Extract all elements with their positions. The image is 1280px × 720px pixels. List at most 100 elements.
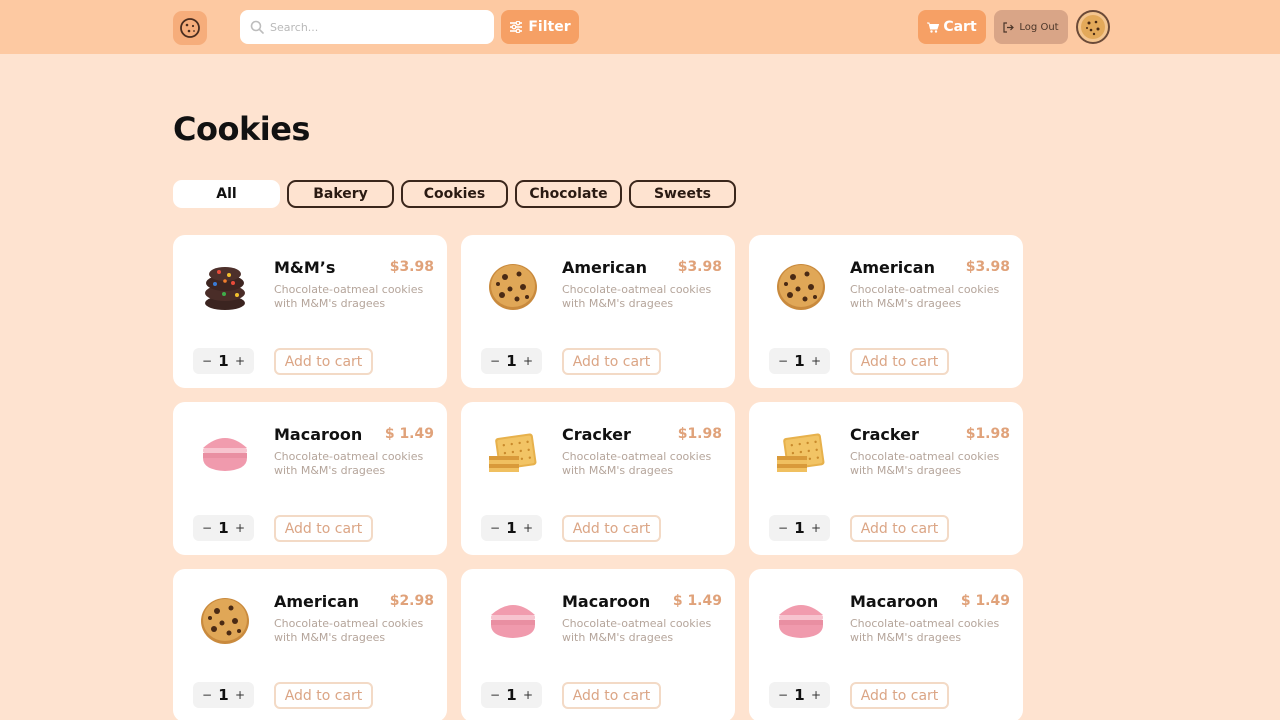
quantity-value: 1 xyxy=(506,519,517,537)
quantity-stepper: − 1 + xyxy=(481,348,542,374)
chip-all[interactable]: All xyxy=(173,180,280,208)
product-card: Cracker $1.98 Chocolate-oatmeal cookies … xyxy=(749,402,1023,555)
product-price: $ 1.49 xyxy=(960,593,1010,609)
macaroon-icon xyxy=(771,593,831,647)
quantity-value: 1 xyxy=(506,686,517,704)
decrement-button[interactable]: − xyxy=(490,688,500,702)
add-to-cart-button[interactable]: Add to cart xyxy=(562,682,661,709)
product-card: M&M’s $3.98 Chocolate-oatmeal cookies wi… xyxy=(173,235,447,388)
decrement-button[interactable]: − xyxy=(202,521,212,535)
chip-sweets[interactable]: Sweets xyxy=(629,180,736,208)
product-price: $3.98 xyxy=(677,259,722,275)
product-price: $1.98 xyxy=(677,426,722,442)
quantity-value: 1 xyxy=(218,352,229,370)
product-price: $ 1.49 xyxy=(384,426,434,442)
logout-button[interactable]: Log Out xyxy=(994,10,1068,44)
product-name: Macaroon xyxy=(850,592,939,611)
add-to-cart-button[interactable]: Add to cart xyxy=(562,515,661,542)
add-to-cart-button[interactable]: Add to cart xyxy=(274,682,373,709)
cracker-icon xyxy=(771,426,831,480)
add-to-cart-button[interactable]: Add to cart xyxy=(274,515,373,542)
increment-button[interactable]: + xyxy=(523,521,533,535)
decrement-button[interactable]: − xyxy=(202,688,212,702)
filter-button[interactable]: Filter xyxy=(501,10,579,44)
mm-cookie-icon xyxy=(195,259,255,313)
quantity-value: 1 xyxy=(794,352,805,370)
chip-bakery[interactable]: Bakery xyxy=(287,180,394,208)
logout-icon xyxy=(1003,21,1015,33)
sliders-icon xyxy=(510,21,523,33)
product-price: $3.98 xyxy=(965,259,1010,275)
add-to-cart-button[interactable]: Add to cart xyxy=(850,682,949,709)
cracker-icon xyxy=(483,426,543,480)
decrement-button[interactable]: − xyxy=(202,354,212,368)
avatar[interactable] xyxy=(1076,10,1110,44)
product-card: American $3.98 Chocolate-oatmeal cookies… xyxy=(749,235,1023,388)
product-price: $ 1.49 xyxy=(672,593,722,609)
product-name: Macaroon xyxy=(562,592,651,611)
cart-button[interactable]: Cart xyxy=(918,10,986,44)
quantity-value: 1 xyxy=(794,519,805,537)
cookie-avatar-icon xyxy=(1081,15,1105,39)
product-description: Chocolate-oatmeal cookies with M&M's dra… xyxy=(850,283,1000,310)
product-description: Chocolate-oatmeal cookies with M&M's dra… xyxy=(562,617,712,644)
product-name: M&M’s xyxy=(274,258,336,277)
product-card: Macaroon $ 1.49 Chocolate-oatmeal cookie… xyxy=(173,402,447,555)
decrement-button[interactable]: − xyxy=(778,688,788,702)
product-card: Macaroon $ 1.49 Chocolate-oatmeal cookie… xyxy=(749,569,1023,720)
product-description: Chocolate-oatmeal cookies with M&M's dra… xyxy=(562,283,712,310)
product-description: Chocolate-oatmeal cookies with M&M's dra… xyxy=(850,450,1000,477)
product-name: Cracker xyxy=(562,425,631,444)
product-price: $3.98 xyxy=(389,259,434,275)
product-card: Cracker $1.98 Chocolate-oatmeal cookies … xyxy=(461,402,735,555)
product-name: Cracker xyxy=(850,425,919,444)
increment-button[interactable]: + xyxy=(235,354,245,368)
page-title: Cookies xyxy=(173,110,310,148)
logout-label: Log Out xyxy=(1019,21,1059,33)
search-input[interactable] xyxy=(270,20,470,34)
add-to-cart-button[interactable]: Add to cart xyxy=(562,348,661,375)
increment-button[interactable]: + xyxy=(523,354,533,368)
product-price: $1.98 xyxy=(965,426,1010,442)
filter-label: Filter xyxy=(528,19,571,35)
increment-button[interactable]: + xyxy=(523,688,533,702)
product-description: Chocolate-oatmeal cookies with M&M's dra… xyxy=(562,450,712,477)
product-name: American xyxy=(562,258,647,277)
increment-button[interactable]: + xyxy=(811,521,821,535)
quantity-value: 1 xyxy=(794,686,805,704)
add-to-cart-button[interactable]: Add to cart xyxy=(850,348,949,375)
product-price: $2.98 xyxy=(389,593,434,609)
macaroon-icon xyxy=(195,426,255,480)
chocolate-chip-cookie-icon xyxy=(483,259,543,313)
quantity-stepper: − 1 + xyxy=(481,682,542,708)
chip-chocolate[interactable]: Chocolate xyxy=(515,180,622,208)
search-box[interactable] xyxy=(240,10,494,44)
increment-button[interactable]: + xyxy=(811,354,821,368)
decrement-button[interactable]: − xyxy=(778,354,788,368)
increment-button[interactable]: + xyxy=(235,521,245,535)
quantity-stepper: − 1 + xyxy=(769,682,830,708)
decrement-button[interactable]: − xyxy=(490,521,500,535)
increment-button[interactable]: + xyxy=(811,688,821,702)
search-icon xyxy=(250,20,264,34)
product-name: American xyxy=(274,592,359,611)
decrement-button[interactable]: − xyxy=(490,354,500,368)
add-to-cart-button[interactable]: Add to cart xyxy=(850,515,949,542)
category-chips: All Bakery Cookies Chocolate Sweets xyxy=(173,180,736,208)
top-navbar: Filter Cart Log Out xyxy=(0,0,1280,54)
quantity-stepper: − 1 + xyxy=(769,515,830,541)
add-to-cart-button[interactable]: Add to cart xyxy=(274,348,373,375)
quantity-stepper: − 1 + xyxy=(481,515,542,541)
product-description: Chocolate-oatmeal cookies with M&M's dra… xyxy=(274,617,424,644)
macaroon-icon xyxy=(483,593,543,647)
product-grid: M&M’s $3.98 Chocolate-oatmeal cookies wi… xyxy=(173,235,1023,720)
cart-icon xyxy=(927,22,940,33)
chip-cookies[interactable]: Cookies xyxy=(401,180,508,208)
quantity-value: 1 xyxy=(218,519,229,537)
quantity-stepper: − 1 + xyxy=(193,515,254,541)
increment-button[interactable]: + xyxy=(235,688,245,702)
chocolate-chip-cookie-icon xyxy=(771,259,831,313)
product-description: Chocolate-oatmeal cookies with M&M's dra… xyxy=(850,617,1000,644)
cookie-logo-icon[interactable] xyxy=(173,11,207,45)
decrement-button[interactable]: − xyxy=(778,521,788,535)
